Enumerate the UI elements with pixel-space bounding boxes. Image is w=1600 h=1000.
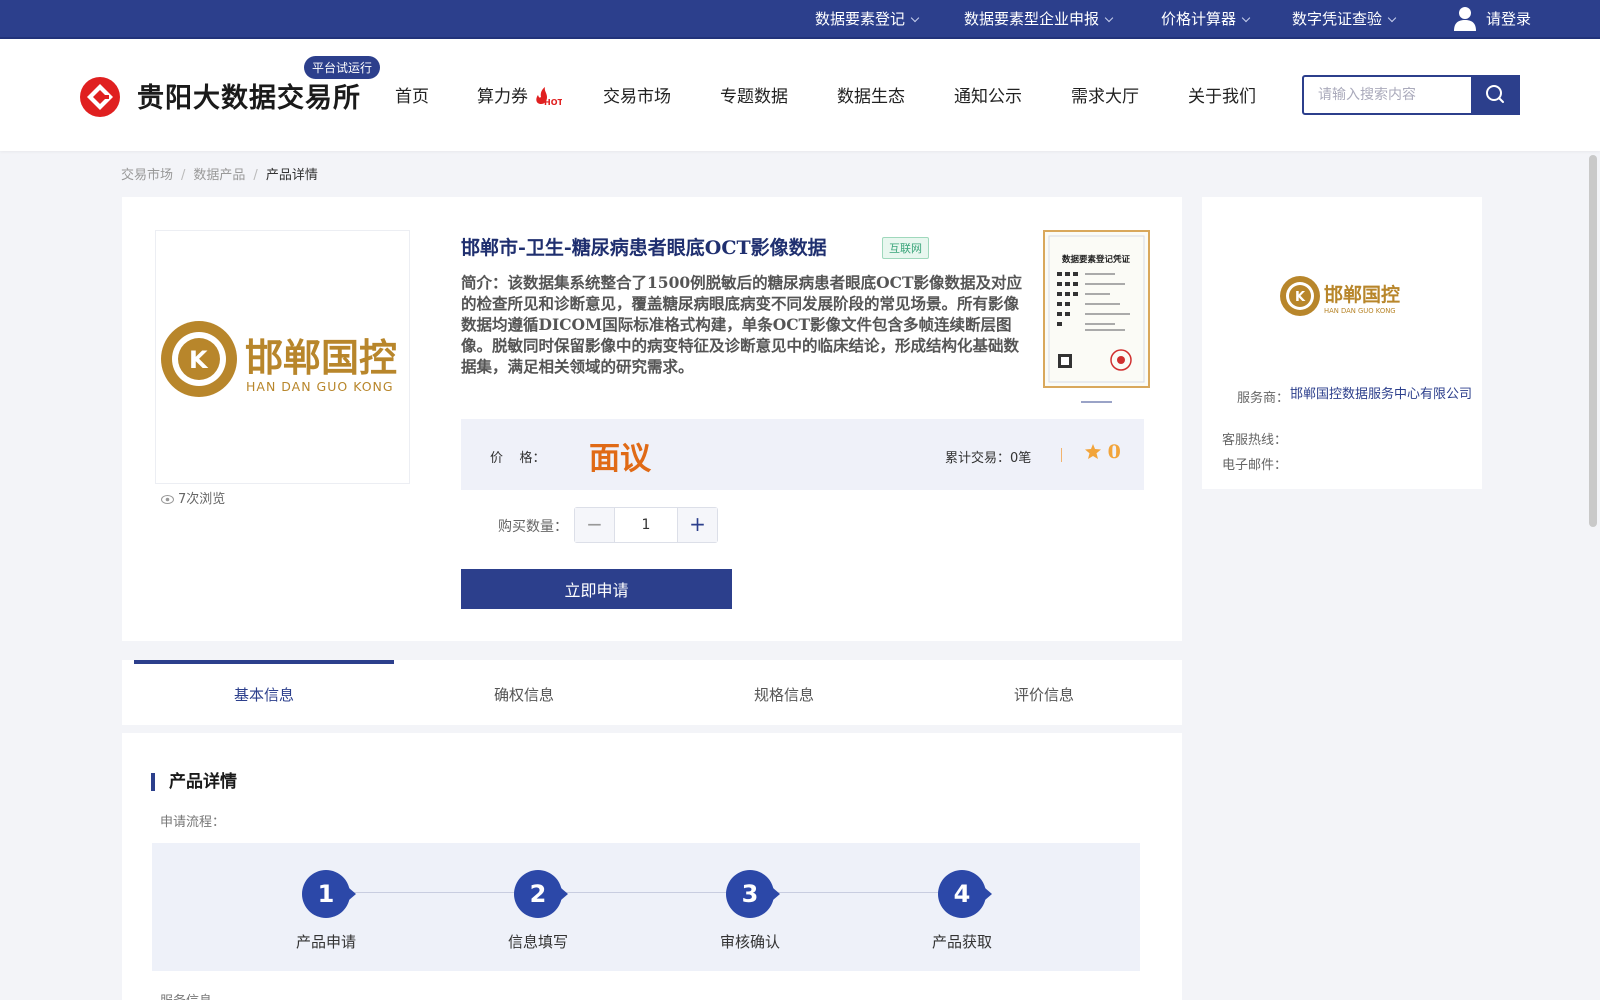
step-1-circle: 1: [302, 870, 356, 918]
hotline-label: 客服热线：: [1222, 433, 1288, 448]
chevron-down-icon: [1104, 13, 1114, 23]
breadcrumb-item-current: 产品详情: [265, 168, 318, 183]
nav-item-about[interactable]: 关于我们: [1188, 82, 1256, 107]
price-label: 价 格：: [490, 451, 546, 466]
step-2-label: 信息填写: [507, 933, 568, 951]
svg-text:HAN DAN GUO KONG: HAN DAN GUO KONG: [1324, 307, 1396, 315]
trial-badge: 平台试运行: [304, 56, 381, 79]
nav-item-ecosystem[interactable]: 数据生态: [837, 82, 905, 107]
email-label: 电子邮件：: [1222, 458, 1288, 473]
view-count: 7次浏览: [161, 488, 225, 507]
star-icon: [1085, 444, 1101, 459]
breadcrumb-item-data-products[interactable]: 数据产品: [193, 168, 245, 183]
step-3-label: 审核确认: [719, 933, 780, 951]
step-4-label: 产品获取: [931, 933, 992, 951]
topbar-item-enterprise-apply[interactable]: 数据要素型企业申报: [964, 0, 1114, 38]
topbar-item-certificate-check[interactable]: 数字凭证查验: [1292, 0, 1397, 38]
price-value: 面议: [589, 441, 651, 477]
detail-tabs: 基本信息 确权信息 规格信息 评价信息: [122, 660, 1182, 725]
nav-item-compute-voucher[interactable]: 算力券 HOT: [477, 82, 562, 107]
nav-item-home[interactable]: 首页: [395, 82, 429, 107]
apply-now-button[interactable]: 立即申请: [461, 569, 732, 609]
carousel-indicator[interactable]: [1081, 401, 1112, 403]
product-intro: 简介：该数据集系统整合了1500例脱敏后的糖尿病患者眼底OCT影像数据及对应的检…: [461, 273, 1023, 376]
product-image: K 邯郸国控 HAN DAN GUO KONG: [155, 230, 410, 484]
top-bar: 数据要素登记 数据要素型企业申报 价格计算器 数字凭证查验 请登录: [0, 0, 1600, 39]
brand-name[interactable]: 贵阳大数据交易所: [137, 76, 361, 115]
tab-review-info[interactable]: 评价信息: [914, 660, 1174, 725]
step-4-circle: 4: [938, 870, 992, 918]
apply-flow-label: 申请流程：: [160, 815, 226, 830]
trade-count: 累计交易：0笔: [945, 451, 1032, 466]
svg-text:邯郸国控: 邯郸国控: [1324, 283, 1400, 306]
chevron-down-icon: [1241, 13, 1251, 23]
provider-logo: K 邯郸国控 HAN DAN GUO KONG: [1280, 276, 1400, 316]
registration-certificate[interactable]: 数据要素登记凭证: [1043, 230, 1150, 388]
section-title: 产品详情: [151, 773, 237, 791]
breadcrumb: 交易市场 / 数据产品 / 产品详情: [121, 168, 318, 183]
nav-item-demand-hall[interactable]: 需求大厅: [1071, 82, 1139, 107]
hot-flame-icon: HOT: [536, 87, 562, 106]
tab-spec-info[interactable]: 规格信息: [654, 660, 914, 725]
divider: [1061, 448, 1062, 462]
chevron-down-icon: [910, 13, 920, 23]
svg-text:数据要素登记凭证: 数据要素登记凭证: [1062, 254, 1131, 265]
quantity-decrease-button[interactable]: −: [575, 508, 615, 542]
nav-item-notices[interactable]: 通知公示: [954, 82, 1022, 107]
breadcrumb-item-market[interactable]: 交易市场: [121, 168, 173, 183]
step-3-circle: 3: [726, 870, 780, 918]
user-icon[interactable]: [1453, 6, 1477, 32]
nav-item-market[interactable]: 交易市场: [603, 82, 671, 107]
svg-text:HAN DAN GUO KONG: HAN DAN GUO KONG: [246, 379, 394, 394]
handan-guokong-logo: K 邯郸国控 HAN DAN GUO KONG: [161, 321, 397, 397]
step-2-circle: 2: [514, 870, 568, 918]
quantity-label: 购买数量：: [498, 519, 568, 535]
svg-text:K: K: [189, 346, 209, 374]
brand-logo-icon[interactable]: [79, 76, 121, 118]
quantity-stepper: − +: [574, 507, 718, 543]
tab-rights-info[interactable]: 确权信息: [394, 660, 654, 725]
product-title: 邯郸市-卫生-糖尿病患者眼底OCT影像数据: [461, 237, 827, 259]
chevron-down-icon: [1387, 13, 1397, 23]
page-scrollbar[interactable]: [1589, 155, 1597, 527]
search-button[interactable]: [1471, 75, 1520, 115]
quantity-increase-button[interactable]: +: [677, 508, 717, 542]
tab-basic-info[interactable]: 基本信息: [134, 660, 394, 725]
svg-text:K: K: [1295, 290, 1306, 305]
category-tag: 互联网: [882, 237, 929, 259]
flow-line: [330, 892, 960, 893]
topbar-item-price-calculator[interactable]: 价格计算器: [1161, 0, 1251, 38]
svg-text:HOT: HOT: [544, 98, 562, 106]
svg-text:邯郸国控: 邯郸国控: [245, 336, 397, 380]
eye-icon: [161, 495, 174, 504]
price-bar: [461, 419, 1144, 490]
quantity-input[interactable]: [615, 508, 677, 542]
nav-item-topic-data[interactable]: 专题数据: [720, 82, 788, 107]
step-1-label: 产品申请: [295, 933, 356, 951]
rating: 0: [1085, 441, 1121, 463]
login-link[interactable]: 请登录: [1486, 0, 1531, 38]
service-info-label: 服务信息: [160, 990, 212, 1000]
service-provider-link[interactable]: 邯郸国控数据服务中心有限公司: [1290, 387, 1475, 403]
certificate-image: 数据要素登记凭证: [1048, 235, 1145, 383]
topbar-item-data-registration[interactable]: 数据要素登记: [815, 0, 920, 38]
service-provider-label: 服务商：: [1237, 391, 1290, 406]
search-icon: [1486, 85, 1504, 103]
